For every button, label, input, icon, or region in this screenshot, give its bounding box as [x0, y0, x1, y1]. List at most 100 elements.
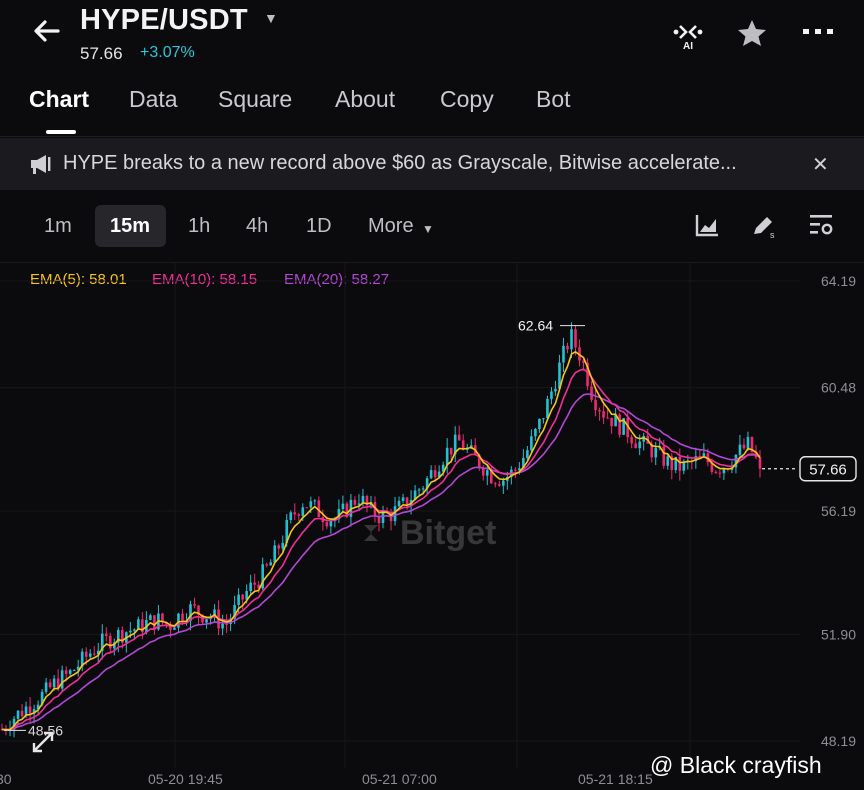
candle-body [401, 497, 405, 501]
ai-assistant-icon[interactable]: AI [668, 20, 708, 50]
candle-body [193, 604, 196, 606]
candle-body [758, 457, 762, 469]
interval-1h[interactable]: 1h [188, 215, 210, 238]
candle-body [173, 627, 176, 630]
active-tab-indicator [46, 130, 76, 134]
candle-body [606, 417, 609, 419]
candle-body [44, 682, 48, 692]
candle-body [88, 653, 92, 657]
candle-body [265, 564, 268, 566]
candle-body [241, 594, 244, 600]
candle-body [293, 512, 297, 515]
last-price: 57.66 [80, 44, 123, 63]
tab-about[interactable]: About [335, 86, 395, 113]
candle-body [205, 619, 208, 623]
price-chart[interactable]: Bitget 64.19 60.48 56.19 51.90 48.19 30 05-20… [0, 263, 864, 790]
candle-body [602, 411, 605, 418]
candle-body [718, 472, 722, 474]
candle-body [133, 629, 136, 631]
candle-body [610, 417, 613, 427]
candle-body [28, 706, 32, 714]
y-tick-label: 48.19 [821, 733, 856, 749]
close-icon[interactable]: ✕ [812, 152, 829, 177]
candle-body [341, 503, 345, 509]
candle-body [84, 651, 88, 657]
bitget-watermark: Bitget [400, 514, 496, 552]
candle-body [574, 329, 577, 348]
interval-4h[interactable]: 4h [246, 215, 268, 238]
candle-body [108, 635, 112, 649]
candle-body [538, 418, 541, 430]
price-change-percent: +3.07% [140, 44, 195, 61]
candle-body [149, 615, 152, 620]
candle-body [570, 329, 573, 350]
candle-body [445, 447, 449, 465]
chart-type-icon[interactable] [694, 212, 720, 238]
back-arrow-icon[interactable] [30, 14, 64, 48]
candle-body [666, 456, 670, 466]
candle-body [550, 391, 553, 399]
svg-text:s: s [770, 230, 775, 240]
candle-body [353, 499, 357, 505]
candle-body [702, 453, 706, 457]
candle-body [417, 489, 421, 491]
tab-bot[interactable]: Bot [536, 86, 571, 113]
candle-body [746, 437, 750, 449]
watermark-text: @ Black crayfish [650, 752, 822, 778]
candle-body [253, 582, 256, 585]
candle-body [546, 398, 549, 419]
candle-body [654, 447, 658, 458]
interval-15m[interactable]: 15m [110, 215, 150, 238]
drawing-tools-icon[interactable]: s [750, 212, 778, 240]
candle-body [433, 470, 437, 478]
tab-chart[interactable]: Chart [29, 86, 89, 113]
chevron-down-icon[interactable]: ▼ [422, 222, 434, 236]
candle-body [181, 613, 184, 621]
candle-body [277, 545, 281, 549]
candle-body [221, 623, 224, 629]
tab-square[interactable]: Square [218, 86, 292, 113]
ai-icon-label: AI [683, 41, 693, 50]
tab-copy[interactable]: Copy [440, 86, 494, 113]
candle-body [618, 414, 621, 435]
ema5-line [1, 350, 761, 731]
candle-body [598, 409, 601, 412]
candle-body [678, 456, 682, 471]
candle-body [494, 483, 497, 485]
y-tick-label: 60.48 [821, 380, 856, 396]
indicator-settings-icon[interactable] [808, 212, 836, 238]
candle-body [634, 443, 637, 449]
candle-body [225, 623, 228, 625]
candle-body [153, 615, 156, 630]
candle-body [590, 386, 593, 400]
tabs-divider [0, 136, 864, 137]
candle-body [502, 480, 505, 486]
candle-body [498, 484, 501, 486]
candle-body [662, 446, 666, 466]
candle-body [457, 434, 461, 441]
candle-body [562, 345, 565, 363]
candle-body [68, 670, 72, 674]
candle-body [48, 682, 52, 688]
pair-dropdown-caret-icon[interactable]: ▼ [264, 10, 278, 26]
x-tick-label: 30 [0, 771, 12, 787]
favorite-star-icon[interactable] [736, 18, 768, 48]
candle-body [64, 670, 68, 674]
candle-body [534, 429, 537, 437]
y-axis: 64.19 60.48 56.19 51.90 48.19 [821, 273, 856, 749]
candle-body [92, 653, 96, 655]
candle-body [325, 522, 329, 527]
interval-1d[interactable]: 1D [306, 215, 332, 238]
interval-more[interactable]: More [368, 215, 414, 238]
candle-body [269, 562, 273, 566]
candle-body [377, 516, 381, 523]
candle-body [742, 444, 746, 449]
tab-data[interactable]: Data [129, 86, 178, 113]
interval-1m[interactable]: 1m [44, 215, 72, 238]
ema20-line [1, 393, 761, 731]
candle-body [289, 512, 293, 521]
candle-body [72, 670, 76, 672]
more-options-icon[interactable] [800, 16, 836, 46]
trading-pair-title[interactable]: HYPE/USDT [80, 4, 248, 37]
news-headline[interactable]: HYPE breaks to a new record above $60 as… [63, 152, 783, 175]
